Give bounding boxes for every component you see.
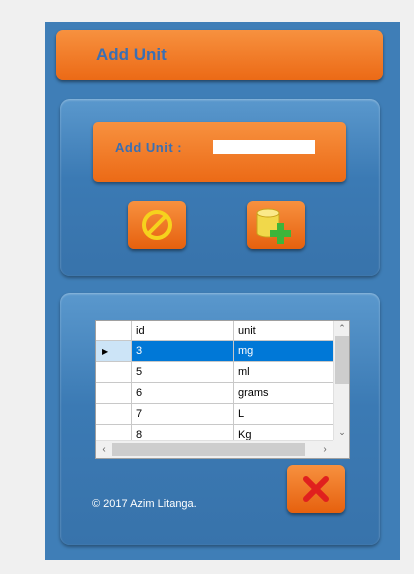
add-unit-button[interactable]: [247, 201, 305, 249]
row-header[interactable]: [96, 382, 132, 404]
add-unit-window: Add Unit Add Unit : id unit ▶ 3 mg 5 ml …: [45, 22, 400, 560]
copyright-text: © 2017 Azim Litanga.: [92, 498, 197, 510]
horizontal-scroll-thumb[interactable]: [112, 443, 305, 456]
scroll-left-icon[interactable]: ‹: [96, 441, 112, 458]
units-panel: id unit ▶ 3 mg 5 ml 6 grams 7 L 8 Kg ⌃ ⌄…: [60, 293, 380, 545]
table-row[interactable]: ▶ 3 mg: [96, 340, 334, 362]
horizontal-scrollbar[interactable]: ‹ ›: [96, 440, 333, 458]
close-x-icon: [303, 476, 329, 502]
window-title: Add Unit: [96, 45, 167, 64]
table-row[interactable]: 7 L: [96, 403, 334, 425]
cell-id[interactable]: 3: [131, 340, 234, 362]
scrollbar-corner: [333, 440, 349, 458]
cell-unit[interactable]: grams: [233, 382, 334, 404]
cancel-button[interactable]: [128, 201, 186, 249]
cell-id[interactable]: 7: [131, 403, 234, 425]
scroll-up-icon[interactable]: ⌃: [334, 321, 349, 336]
add-unit-box: Add Unit :: [93, 122, 346, 182]
header-bar: Add Unit: [56, 30, 383, 80]
column-header-unit[interactable]: unit: [233, 321, 334, 341]
units-grid[interactable]: id unit ▶ 3 mg 5 ml 6 grams 7 L 8 Kg ⌃ ⌄…: [95, 320, 350, 459]
unit-name-input[interactable]: [213, 140, 315, 154]
cell-unit[interactable]: L: [233, 403, 334, 425]
table-row[interactable]: 5 ml: [96, 361, 334, 383]
cell-unit[interactable]: mg: [233, 340, 334, 362]
add-unit-panel: Add Unit :: [60, 99, 380, 276]
cell-id[interactable]: 6: [131, 382, 234, 404]
cell-id[interactable]: 5: [131, 361, 234, 383]
row-header-corner: [96, 321, 132, 341]
row-header[interactable]: [96, 403, 132, 425]
add-unit-label: Add Unit :: [115, 140, 183, 155]
column-header-id[interactable]: id: [131, 321, 234, 341]
scroll-right-icon[interactable]: ›: [317, 441, 333, 458]
row-header[interactable]: ▶: [96, 340, 132, 362]
cell-unit[interactable]: ml: [233, 361, 334, 383]
table-row[interactable]: 6 grams: [96, 382, 334, 404]
vertical-scrollbar[interactable]: ⌃ ⌄: [333, 321, 349, 440]
database-add-icon: [256, 208, 291, 244]
close-button[interactable]: [287, 465, 345, 513]
grid-header-row: id unit: [96, 321, 334, 341]
row-header[interactable]: [96, 361, 132, 383]
cancel-icon: [142, 210, 172, 240]
row-pointer-icon: ▶: [102, 347, 109, 356]
scroll-down-icon[interactable]: ⌄: [334, 425, 349, 440]
vertical-scroll-thumb[interactable]: [335, 336, 349, 384]
